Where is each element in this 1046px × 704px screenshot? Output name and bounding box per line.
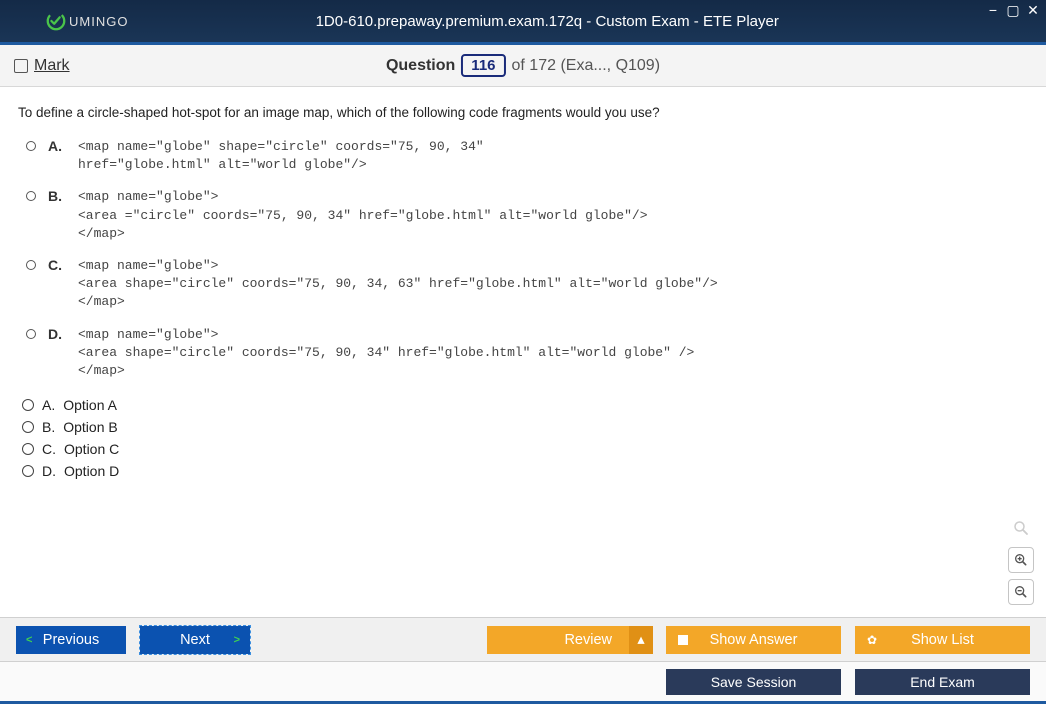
radio-icon <box>26 329 36 339</box>
close-icon[interactable]: ✕ <box>1026 2 1040 19</box>
radio-icon <box>22 399 34 411</box>
content-area: To define a circle-shaped hot-spot for a… <box>0 87 1046 617</box>
mark-label: Mark <box>34 57 70 75</box>
question-number-badge: 116 <box>461 54 505 77</box>
zoom-controls <box>1008 515 1034 605</box>
end-exam-button[interactable]: End Exam <box>855 669 1030 695</box>
radio-icon <box>22 443 34 455</box>
code-option-text: <map name="globe"> <area shape="circle" … <box>78 257 718 312</box>
question-word: Question <box>386 57 455 75</box>
code-option-letter: B. <box>48 188 66 204</box>
next-label: Next <box>180 632 210 648</box>
answer-option-label: Option A <box>63 397 117 413</box>
radio-icon <box>26 141 36 151</box>
code-option[interactable]: C. <map name="globe"> <area shape="circle… <box>18 257 1028 312</box>
answer-option-letter: B. <box>42 419 55 435</box>
search-icon[interactable] <box>1008 515 1034 541</box>
previous-label: Previous <box>43 632 99 648</box>
code-option[interactable]: B. <map name="globe"> <area ="circle" coo… <box>18 188 1028 243</box>
code-option-text: <map name="globe"> <area ="circle" coord… <box>78 188 648 243</box>
minimize-icon[interactable]: − <box>986 2 1000 19</box>
answer-option[interactable]: C. Option C <box>22 438 1028 460</box>
review-button[interactable]: Review ▴ <box>487 626 652 654</box>
session-footer: Save Session End Exam <box>0 661 1046 701</box>
window-title: 1D0-610.prepaway.premium.exam.172q - Cus… <box>48 13 1046 30</box>
titlebar: UMINGO 1D0-610.prepaway.premium.exam.172… <box>0 0 1046 42</box>
question-indicator: Question 116 of 172 (Exa..., Q109) <box>386 54 660 77</box>
next-button[interactable]: Next > <box>140 626 250 654</box>
answer-option-label: Option D <box>64 463 119 479</box>
answer-option-label: Option B <box>63 419 117 435</box>
question-total: of 172 (Exa..., Q109) <box>512 57 661 75</box>
zoom-out-button[interactable] <box>1008 579 1034 605</box>
square-icon <box>678 635 688 645</box>
mark-checkbox[interactable]: Mark <box>14 57 70 75</box>
answer-option-letter: A. <box>42 397 55 413</box>
radio-icon <box>22 465 34 477</box>
radio-icon <box>22 421 34 433</box>
question-text: To define a circle-shaped hot-spot for a… <box>18 105 1028 120</box>
answer-option[interactable]: A. Option A <box>22 394 1028 416</box>
zoom-in-button[interactable] <box>1008 547 1034 573</box>
checkbox-icon <box>14 59 28 73</box>
maximize-icon[interactable]: ▢ <box>1006 2 1020 19</box>
logo-check-icon <box>45 10 67 32</box>
show-answer-label: Show Answer <box>710 632 798 648</box>
previous-button[interactable]: < Previous <box>16 626 126 654</box>
show-list-label: Show List <box>911 632 974 648</box>
code-option[interactable]: A. <map name="globe" shape="circle" coord… <box>18 138 1028 174</box>
radio-icon <box>26 260 36 270</box>
answer-options: A. Option A B. Option B C. Option C D. Option D <box>18 394 1028 482</box>
review-label: Review <box>564 632 612 648</box>
save-session-label: Save Session <box>711 674 797 690</box>
chevron-up-icon: ▴ <box>629 626 653 654</box>
answer-option-letter: C. <box>42 441 56 457</box>
subheader: Mark Question 116 of 172 (Exa..., Q109) <box>0 45 1046 87</box>
chevron-right-icon: > <box>234 634 240 646</box>
code-option-text: <map name="globe"> <area shape="circle" … <box>78 326 694 381</box>
answer-option-label: Option C <box>64 441 119 457</box>
code-option-letter: C. <box>48 257 66 273</box>
radio-icon <box>26 191 36 201</box>
code-option-letter: A. <box>48 138 66 154</box>
show-answer-button[interactable]: Show Answer <box>666 626 841 654</box>
show-list-button[interactable]: ✿ Show List <box>855 626 1030 654</box>
code-option-text: <map name="globe" shape="circle" coords=… <box>78 138 484 174</box>
nav-footer: < Previous Next > Review ▴ Show Answer ✿… <box>0 617 1046 661</box>
save-session-button[interactable]: Save Session <box>666 669 841 695</box>
code-option-letter: D. <box>48 326 66 342</box>
code-option[interactable]: D. <map name="globe"> <area shape="circle… <box>18 326 1028 381</box>
end-exam-label: End Exam <box>910 674 975 690</box>
chevron-left-icon: < <box>26 634 32 646</box>
window-controls: − ▢ ✕ <box>986 2 1040 19</box>
answer-option-letter: D. <box>42 463 56 479</box>
answer-option[interactable]: B. Option B <box>22 416 1028 438</box>
list-icon: ✿ <box>867 633 877 647</box>
answer-option[interactable]: D. Option D <box>22 460 1028 482</box>
